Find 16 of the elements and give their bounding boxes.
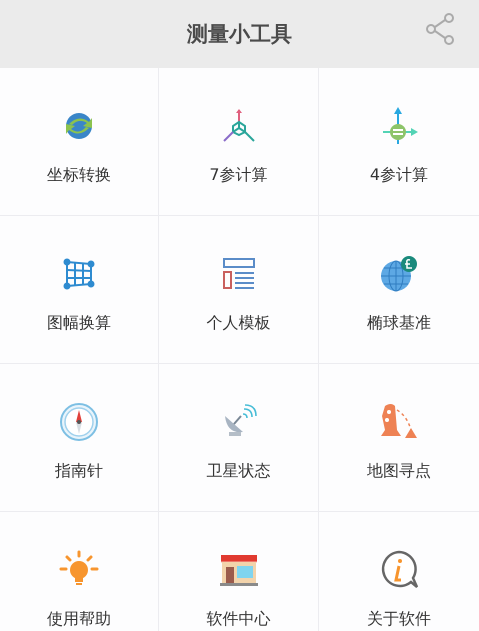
axes-icon [220,108,256,144]
tool-tile[interactable]: 个人模板 [159,216,319,364]
info-icon [379,550,419,590]
globe-coin-icon [379,254,419,294]
app-title: 测量小工具 [187,21,292,48]
tool-tile[interactable]: 图幅换算 [0,216,159,364]
share-icon [425,13,455,45]
tool-tile[interactable]: 卫星状态 [159,364,319,512]
share-button[interactable] [423,12,457,46]
shop-icon [218,553,258,587]
grid-icon [63,258,95,290]
tool-tile[interactable]: 坐标转换 [0,68,159,216]
template-icon [222,257,256,291]
compass-icon [59,402,99,442]
tool-tile[interactable]: 7参计算 [159,68,319,216]
tool-tile[interactable]: 指南针 [0,364,159,512]
